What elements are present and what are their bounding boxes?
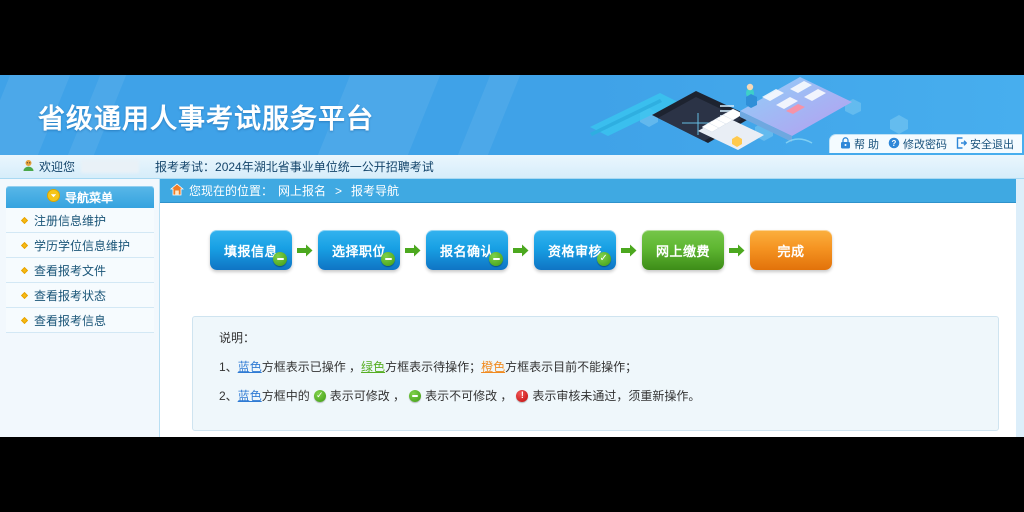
- logout-icon: [956, 136, 968, 152]
- logout-link[interactable]: 安全退出: [956, 136, 1014, 152]
- step-label: 资格审核: [547, 243, 602, 259]
- sidebar-item-view-documents[interactable]: 查看报考文件: [6, 258, 154, 283]
- line2-text-4: 表示审核未通过，须重新操作。: [532, 389, 701, 403]
- help-link-label: 帮 助: [853, 139, 879, 151]
- svg-text:?: ?: [892, 139, 897, 148]
- help-link[interactable]: 帮 助: [840, 136, 879, 152]
- user-avatar-icon: [22, 159, 35, 175]
- line1-text-1: 方框表示已操作 ，: [261, 360, 362, 374]
- step-label: 完成: [777, 243, 805, 259]
- breadcrumb-prefix: 您现在的位置：: [189, 184, 274, 198]
- step-arrow-icon: [292, 244, 318, 257]
- step-fill-info[interactable]: 填报信息: [210, 230, 292, 270]
- sidebar-header[interactable]: 导航菜单: [6, 186, 154, 208]
- line2-text-2: 表示可修改 ，: [329, 389, 406, 403]
- change-password-label: 修改密码: [903, 139, 947, 151]
- sidebar-item-label: 查看报考信息: [34, 313, 107, 328]
- page-right-edge: [1016, 179, 1024, 437]
- change-password-link[interactable]: ? 修改密码: [888, 136, 947, 152]
- breadcrumb-separator: >: [335, 183, 343, 198]
- step-label: 填报信息: [223, 243, 278, 259]
- step-arrow-icon: [616, 244, 642, 257]
- line2-number: 2、: [219, 389, 238, 403]
- banner-streak: [437, 75, 533, 155]
- username-redacted: [81, 160, 140, 173]
- instructions-panel: 说明： 1、 蓝色 方框表示已操作 ， 绿色 方框表示待操作； 橙色 方框表示目…: [192, 316, 999, 431]
- bullet-diamond-icon: [20, 291, 29, 299]
- breadcrumb-parent[interactable]: 网上报名: [278, 182, 326, 199]
- step-label: 选择职位: [331, 243, 386, 259]
- logout-label: 安全退出: [970, 139, 1014, 151]
- step-label: 报名确认: [439, 243, 494, 259]
- line2-text-1: 方框中的: [261, 389, 310, 403]
- badge-editable-icon: ✓: [597, 252, 611, 266]
- chevron-down-circle-icon: [46, 189, 60, 205]
- sidebar-item-label: 注册信息维护: [34, 213, 107, 228]
- badge-not-editable-icon: [273, 252, 287, 266]
- content-area: 您现在的位置： 网上报名 > 报考导航 填报信息 选择职位 报名确认 资格审核 …: [160, 179, 1024, 437]
- sidebar-item-view-application[interactable]: 查看报考信息: [6, 308, 154, 333]
- step-online-payment[interactable]: 网上缴费: [642, 230, 724, 270]
- sidebar: 导航菜单 注册信息维护 学历学位信息维护 查看报考文件 查看报考状态 查看报考信…: [0, 179, 160, 437]
- legend-editable-icon: ✓: [313, 389, 326, 402]
- bullet-diamond-icon: [20, 216, 29, 224]
- step-arrow-icon: [724, 244, 750, 257]
- sidebar-item-education-info[interactable]: 学历学位信息维护: [6, 233, 154, 258]
- page-title: 省级通用人事考试服务平台: [38, 104, 374, 134]
- sidebar-item-label: 学历学位信息维护: [34, 238, 131, 253]
- breadcrumb: 您现在的位置： 网上报名 > 报考导航: [160, 179, 1024, 203]
- site-banner: 省级通用人事考试服务平台 帮 助 ? 修改密码 安全退出: [0, 75, 1024, 155]
- keyword-green: 绿色: [361, 360, 386, 374]
- letterbox-bottom: [0, 437, 1024, 512]
- progress-steps: 填报信息 选择职位 报名确认 资格审核 ✓ 网上缴费 完成: [160, 203, 1024, 270]
- lock-icon: [840, 136, 851, 152]
- sidebar-header-label: 导航菜单: [64, 190, 113, 205]
- legend-not-editable-icon: [409, 389, 422, 402]
- step-complete[interactable]: 完成: [750, 230, 832, 270]
- letterbox-top: [0, 0, 1024, 75]
- step-qualification-review[interactable]: 资格审核 ✓: [534, 230, 616, 270]
- welcome-bar: 欢迎您 报考考试：2024年湖北省事业单位统一公开招聘考试: [0, 155, 1024, 179]
- instruction-line-2: 2、 蓝色 方框中的 ✓ 表示可修改 ， 表示不可修改 ， ! 表示审核未通过，…: [219, 387, 998, 404]
- step-arrow-icon: [400, 244, 426, 257]
- bullet-diamond-icon: [20, 266, 29, 274]
- keyword-blue: 蓝色: [237, 360, 262, 374]
- keyword-orange: 橙色: [481, 360, 506, 374]
- badge-not-editable-icon: [381, 252, 395, 266]
- sidebar-item-label: 查看报考文件: [34, 263, 107, 278]
- step-confirm-application[interactable]: 报名确认: [426, 230, 508, 270]
- page-root: 省级通用人事考试服务平台 帮 助 ? 修改密码 安全退出 欢迎您 报考考试：20…: [0, 75, 1024, 437]
- bullet-diamond-icon: [20, 316, 29, 324]
- badge-not-editable-icon: [489, 252, 503, 266]
- keyword-blue: 蓝色: [237, 389, 262, 403]
- body-wrapper: 导航菜单 注册信息维护 学历学位信息维护 查看报考文件 查看报考状态 查看报考信…: [0, 179, 1024, 437]
- instruction-line-1: 1、 蓝色 方框表示已操作 ， 绿色 方框表示待操作； 橙色 方框表示目前不能操…: [219, 358, 998, 375]
- instructions-title: 说明：: [219, 331, 256, 345]
- line1-text-2: 方框表示待操作；: [385, 360, 482, 374]
- step-select-position[interactable]: 选择职位: [318, 230, 400, 270]
- exam-name-label: 报考考试：2024年湖北省事业单位统一公开招聘考试: [155, 160, 434, 174]
- home-icon: [169, 182, 185, 199]
- bullet-diamond-icon: [20, 241, 29, 249]
- sidebar-item-label: 查看报考状态: [34, 288, 107, 303]
- legend-rejected-icon: !: [516, 389, 529, 402]
- line1-text-3: 方框表示目前不能操作；: [505, 360, 638, 374]
- line2-text-3: 表示不可修改 ，: [425, 389, 513, 403]
- sidebar-item-view-status[interactable]: 查看报考状态: [6, 283, 154, 308]
- breadcrumb-current: 报考导航: [351, 184, 400, 198]
- quick-links: 帮 助 ? 修改密码 安全退出: [828, 134, 1022, 153]
- sidebar-item-register-info[interactable]: 注册信息维护: [6, 208, 154, 233]
- welcome-greeting: 欢迎您: [39, 160, 76, 174]
- step-arrow-icon: [508, 244, 534, 257]
- line1-number: 1、: [219, 360, 238, 374]
- question-circle-icon: ?: [888, 137, 900, 152]
- step-label: 网上缴费: [655, 243, 710, 259]
